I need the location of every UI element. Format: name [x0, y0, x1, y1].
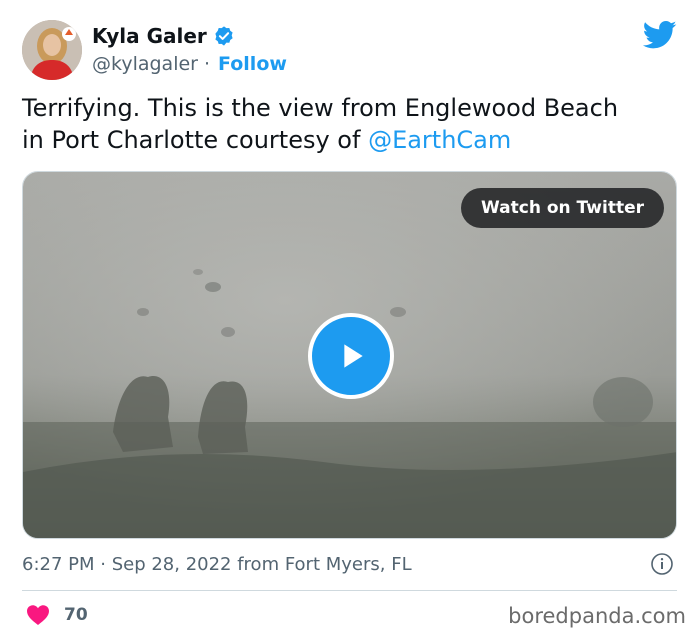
tweet-card: Kyla Galer @kylagaler · Follow Terrifyin…: [0, 0, 700, 642]
follow-button[interactable]: Follow: [218, 53, 287, 75]
heart-icon[interactable]: [26, 604, 50, 626]
author-handle[interactable]: @kylagaler: [92, 53, 198, 75]
video-player[interactable]: Watch on Twitter: [22, 171, 677, 539]
watch-on-twitter-button[interactable]: Watch on Twitter: [461, 188, 664, 228]
author-name[interactable]: Kyla Galer: [92, 24, 207, 48]
play-button[interactable]: [308, 313, 394, 399]
play-icon: [344, 344, 363, 368]
info-icon[interactable]: [650, 552, 674, 576]
mention-link[interactable]: @EarthCam: [368, 126, 511, 154]
like-action[interactable]: 70: [26, 602, 88, 628]
author-block: Kyla Galer @kylagaler · Follow: [92, 22, 287, 78]
avatar-image: [22, 20, 82, 80]
twitter-bird-icon[interactable]: [643, 20, 677, 50]
like-count: 70: [64, 605, 88, 625]
verified-badge-icon: [215, 26, 233, 46]
separator-dot: ·: [203, 53, 211, 75]
tweet-timestamp[interactable]: 6:27 PM · Sep 28, 2022 from Fort Myers, …: [22, 550, 412, 578]
avatar[interactable]: [22, 20, 82, 80]
divider: [22, 590, 677, 591]
tweet-body: Terrifying. This is the view from Englew…: [22, 94, 619, 154]
tweet-text: Terrifying. This is the view from Englew…: [22, 92, 682, 156]
watermark: boredpanda.com: [508, 604, 686, 628]
